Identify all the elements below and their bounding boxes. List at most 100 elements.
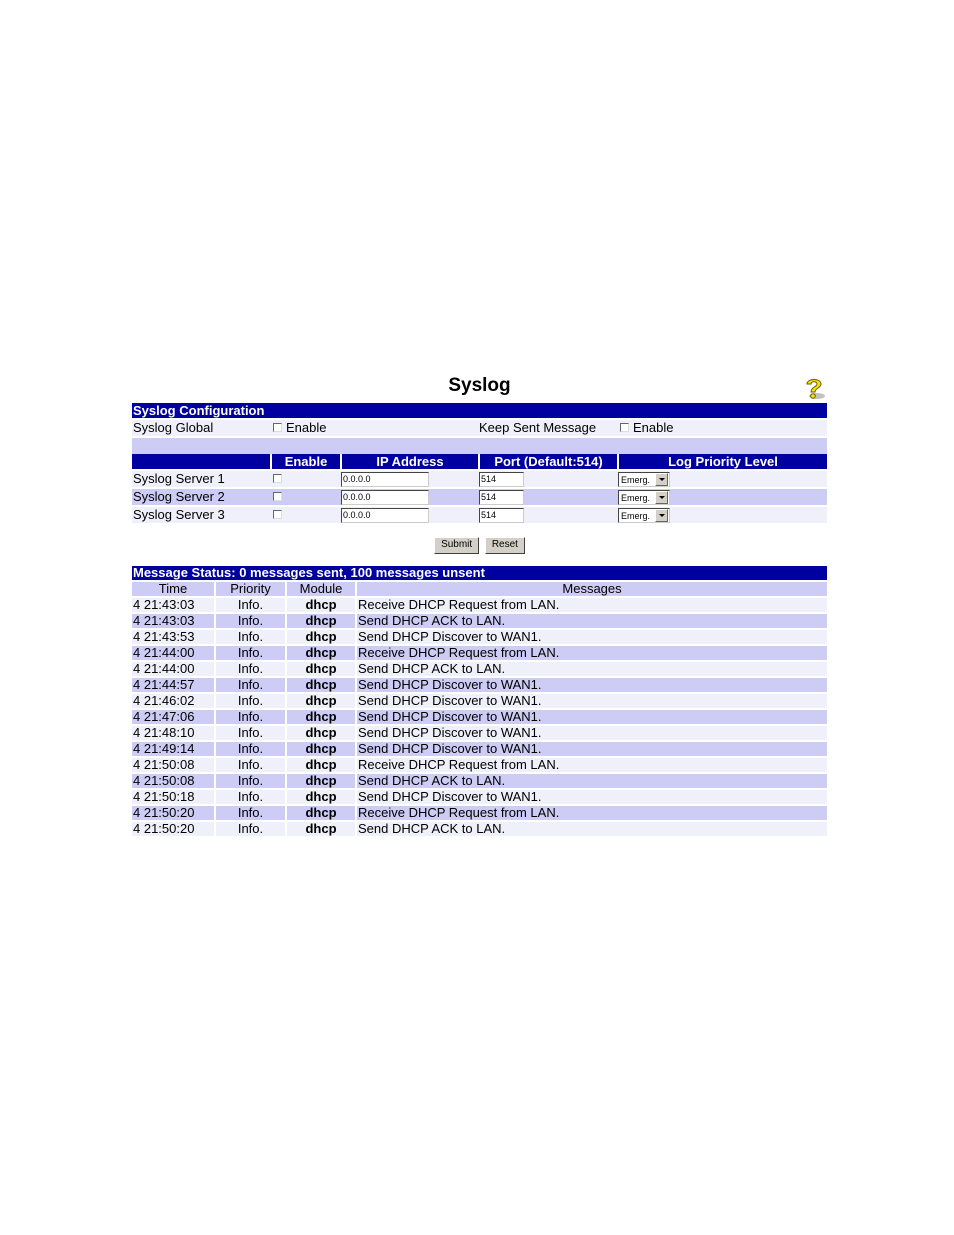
message-time: 4 21:50:20 [132,804,214,821]
message-row: 4 21:48:10 Info. dhcp Send DHCP Discover to… [132,724,828,741]
message-priority: Info. [214,676,285,693]
server-name: Syslog Server 1 [132,469,270,488]
message-time: 4 21:44:00 [132,644,214,661]
message-time: 4 21:47:06 [132,708,214,725]
message-module: dhcp [285,740,355,757]
col-header-priority: Log Priority Level [617,454,828,469]
server-1-priority-value: Emerg. [621,474,651,485]
keep-sent-checkbox[interactable] [620,423,629,433]
server-2-ip-input[interactable]: 0.0.0.0 [341,490,429,506]
server-3-enable-checkbox[interactable] [273,510,282,520]
server-2-priority-select[interactable]: Emerg. [618,490,670,506]
message-text: Send DHCP Discover to WAN1. [355,708,828,725]
server-1-enable-checkbox[interactable] [273,474,282,484]
message-priority: Info. [214,724,285,741]
message-row: 4 21:46:02 Info. dhcp Send DHCP Discover to… [132,692,828,709]
message-module: dhcp [285,804,355,821]
server-row-2: Syslog Server 2 0.0.0.0 514 Emerg. [132,487,828,506]
server-1-ip-input[interactable]: 0.0.0.0 [341,472,429,488]
message-row: 4 21:49:14 Info. dhcp Send DHCP Discover to… [132,740,828,757]
message-priority: Info. [214,708,285,725]
server-3-port-input[interactable]: 514 [479,508,524,524]
message-row: 4 21:47:06 Info. dhcp Send DHCP Discover to… [132,708,828,725]
server-1-port-input[interactable]: 514 [479,472,524,488]
message-module: dhcp [285,788,355,805]
title-row: Syslog [132,372,827,403]
message-row: 4 21:43:03 Info. dhcp Send DHCP ACK to LAN. [132,612,828,629]
col-header-priority: Priority [214,580,285,597]
syslog-config-table: Syslog Configuration Syslog Global Enabl… [132,403,828,524]
message-priority: Info. [214,804,285,821]
message-row: 4 21:43:03 Info. dhcp Receive DHCP Request … [132,596,828,613]
message-module: dhcp [285,612,355,629]
message-row: 4 21:44:00 Info. dhcp Receive DHCP Request … [132,644,828,661]
message-priority: Info. [214,772,285,789]
keep-sent-enable-label: Enable [633,420,674,435]
message-priority: Info. [214,628,285,645]
message-priority: Info. [214,644,285,661]
chevron-down-icon[interactable] [655,491,668,505]
server-name: Syslog Server 2 [132,487,270,506]
message-time: 4 21:43:03 [132,612,214,629]
message-time: 4 21:50:20 [132,820,214,837]
submit-button[interactable]: Submit [434,537,480,555]
server-3-ip-input[interactable]: 0.0.0.0 [341,508,429,524]
col-header-module: Module [285,580,355,597]
message-priority: Info. [214,756,285,773]
col-header-time: Time [132,580,214,597]
message-module: dhcp [285,628,355,645]
message-text: Send DHCP Discover to WAN1. [355,676,828,693]
keep-sent-enable[interactable]: Enable [617,418,828,436]
col-header-messages: Messages [355,580,828,597]
message-time: 4 21:46:02 [132,692,214,709]
server-3-priority-select[interactable]: Emerg. [618,508,670,524]
col-header-port: Port (Default:514) [478,454,617,469]
message-status-table: Message Status: 0 messages sent, 100 mes… [132,566,828,837]
col-header-ip: IP Address [340,454,478,469]
message-text: Send DHCP ACK to LAN. [355,820,828,837]
server-2-enable-checkbox[interactable] [273,492,282,502]
message-time: 4 21:44:57 [132,676,214,693]
config-section-title: Syslog Configuration [132,403,828,418]
message-text: Send DHCP Discover to WAN1. [355,628,828,645]
message-time: 4 21:50:08 [132,756,214,773]
message-text: Send DHCP Discover to WAN1. [355,724,828,741]
chevron-down-icon[interactable] [655,473,668,487]
message-text: Send DHCP ACK to LAN. [355,772,828,789]
message-priority: Info. [214,692,285,709]
message-module: dhcp [285,644,355,661]
server-1-priority-select[interactable]: Emerg. [618,472,670,488]
syslog-global-label: Syslog Global [132,418,270,436]
message-module: dhcp [285,756,355,773]
help-question-icon[interactable] [801,375,827,401]
syslog-global-enable-label: Enable [286,420,327,435]
message-time: 4 21:43:53 [132,628,214,645]
message-time: 4 21:44:00 [132,660,214,677]
server-table-header: Enable IP Address Port (Default:514) Log… [132,454,828,469]
message-text: Receive DHCP Request from LAN. [355,804,828,821]
message-row: 4 21:50:20 Info. dhcp Send DHCP ACK to LAN. [132,820,828,837]
message-row: 4 21:44:00 Info. dhcp Send DHCP ACK to LAN. [132,660,828,677]
message-priority: Info. [214,788,285,805]
message-text: Send DHCP ACK to LAN. [355,612,828,629]
message-rows: 4 21:43:03 Info. dhcp Receive DHCP Request … [132,596,828,837]
message-text: Send DHCP ACK to LAN. [355,660,828,677]
message-time: 4 21:50:08 [132,772,214,789]
server-row-1: Syslog Server 1 0.0.0.0 514 Emerg. [132,469,828,488]
message-module: dhcp [285,772,355,789]
message-module: dhcp [285,660,355,677]
message-row: 4 21:50:18 Info. dhcp Send DHCP Discover to… [132,788,828,805]
message-module: dhcp [285,820,355,837]
syslog-global-enable[interactable]: Enable [270,418,478,436]
page-title: Syslog [448,375,511,396]
server-row-3: Syslog Server 3 0.0.0.0 514 Emerg. [132,505,828,524]
chevron-down-icon[interactable] [655,509,668,523]
server-2-priority-value: Emerg. [621,492,651,503]
syslog-global-checkbox[interactable] [273,423,282,433]
message-status-title: Message Status: 0 messages sent, 100 mes… [132,566,828,581]
server-3-priority-value: Emerg. [621,510,651,521]
server-name: Syslog Server 3 [132,505,270,524]
message-row: 4 21:50:08 Info. dhcp Receive DHCP Request … [132,756,828,773]
server-2-port-input[interactable]: 514 [479,490,524,506]
reset-button[interactable]: Reset [484,537,525,555]
